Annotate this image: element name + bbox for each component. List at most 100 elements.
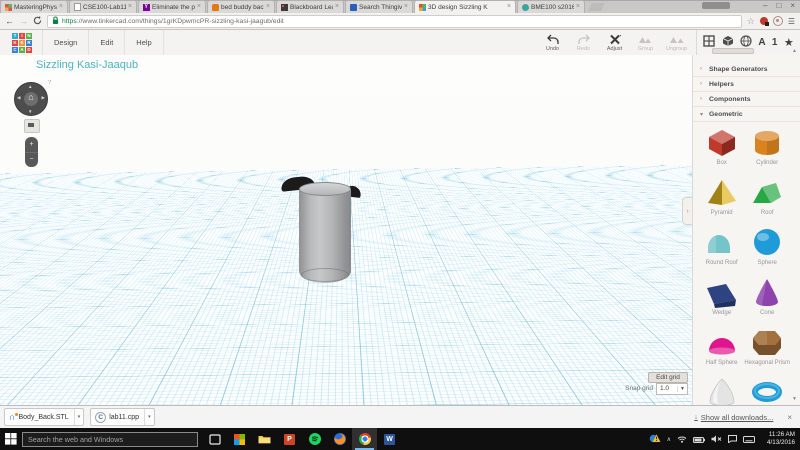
shape-library-tabs: A1★ ▲ [696, 30, 800, 55]
shape-pyramid[interactable]: Pyramid [699, 175, 744, 225]
sidebar-section-helpers[interactable]: ›Helpers [693, 77, 800, 92]
url-bar[interactable]: https://www.tinkercad.com/things/1grKDpw… [47, 15, 742, 28]
minimize-button[interactable]: – [763, 1, 767, 11]
blackboard-favicon-icon [281, 4, 288, 11]
orbit-down-icon[interactable]: ▼ [28, 109, 32, 114]
shape-half-sphere[interactable]: Half Sphere [699, 325, 744, 375]
browser-tab-3d-design-sizzling-k[interactable]: 3D design Sizzling K× [414, 0, 516, 13]
orbit-control[interactable]: ▲ ▼ ◀ ▶ ⌂ [14, 82, 48, 116]
battery-icon[interactable] [693, 430, 705, 448]
show-all-downloads-link[interactable]: ↓Show all downloads... [694, 413, 773, 422]
download-item-lab11-cpp[interactable]: Clab11.cpp▾ [90, 408, 154, 426]
forward-icon[interactable]: → [19, 17, 28, 26]
shape-cylinder[interactable]: Cylinder [744, 125, 790, 175]
taskbar-search-input[interactable] [22, 432, 198, 447]
menu-design[interactable]: Design [43, 30, 89, 55]
roof-shape-icon [747, 175, 787, 208]
model-cylinder-top[interactable] [299, 182, 351, 196]
thingiverse-favicon-icon [350, 4, 357, 11]
downloads-close-icon[interactable]: × [787, 413, 792, 422]
browser-tab-bed-buddy-back-wra[interactable]: bed buddy back wra× [207, 0, 275, 13]
shape-hexagonal-prism[interactable]: Hexagonal Prism [744, 325, 790, 375]
taskbar-app-task-view[interactable] [202, 428, 227, 450]
start-button[interactable] [0, 433, 22, 445]
shape-sphere[interactable]: Sphere [744, 225, 790, 275]
taskbar-app-word[interactable]: W [377, 428, 402, 450]
sidebar-section-shape-generators[interactable]: ›Shape Generators [693, 62, 800, 77]
taskbar-app-chrome[interactable] [352, 428, 377, 450]
undo-button[interactable]: Undo [539, 34, 566, 52]
chevron-down-icon[interactable]: ▾ [74, 409, 84, 425]
tab-close-icon[interactable]: × [404, 4, 408, 10]
zoom-out-button[interactable]: − [25, 153, 38, 168]
close-button[interactable]: × [790, 1, 795, 11]
maximize-button[interactable]: □ [776, 1, 781, 11]
wifi-icon[interactable] [677, 430, 687, 448]
menu-help[interactable]: Help [125, 30, 163, 55]
tab-close-icon[interactable]: × [59, 4, 63, 10]
warning-badge-icon[interactable] [649, 430, 661, 448]
help-icon[interactable]: ? [48, 80, 51, 86]
library-scrollbar-thumb[interactable] [712, 48, 754, 54]
browser-tab-cse100-lab11-1-pdf[interactable]: CSE100-Lab11(1).pdf× [69, 0, 137, 13]
browser-tab-search-thingiverse[interactable]: Search Thingiverse× [345, 0, 413, 13]
shape-label: Box [716, 160, 726, 166]
taskbar-app-firefox[interactable] [327, 428, 352, 450]
tab-close-icon[interactable]: × [128, 4, 132, 10]
taskbar-app-spotify[interactable] [302, 428, 327, 450]
library-tab-glyph-1[interactable]: 1 [772, 37, 778, 48]
redo-arrow [578, 34, 590, 45]
shape-box[interactable]: Box [699, 125, 744, 175]
menu-edit[interactable]: Edit [89, 30, 125, 55]
adjust-button[interactable]: Adjust [601, 34, 628, 52]
tab-close-icon[interactable]: × [335, 4, 339, 10]
profile-chip[interactable] [702, 2, 730, 9]
sidebar-section-geometric[interactable]: ▾Geometric [693, 107, 800, 122]
window-controls: – □ × [763, 0, 798, 12]
taskbar-app-windows-store[interactable] [227, 428, 252, 450]
zoom-in-button[interactable]: + [25, 137, 38, 153]
chevron-down-icon[interactable]: ▾ [144, 409, 154, 425]
bookmark-star-icon[interactable]: ☆ [747, 17, 755, 26]
design-canvas[interactable]: Sizzling Kasi-Jaaqub ▲ ▼ ◀ ▶ ⌂ ? + − Edi… [0, 55, 692, 405]
tab-close-icon[interactable]: × [197, 4, 201, 10]
browser-tab-blackboard-learn[interactable]: Blackboard Learn× [276, 0, 344, 13]
back-icon[interactable]: ← [5, 17, 14, 26]
volume-muted-icon[interactable] [711, 430, 722, 448]
shape-roof[interactable]: Roof [744, 175, 790, 225]
shape-paraboloid[interactable]: Paraboloid [699, 375, 744, 405]
tab-close-icon[interactable]: × [576, 4, 580, 10]
tab-close-icon[interactable]: × [507, 4, 511, 10]
touch-keyboard-icon[interactable] [743, 430, 755, 448]
library-tab-glyph-A[interactable]: A [758, 37, 765, 48]
shape-cone[interactable]: Cone [744, 275, 790, 325]
refresh-icon[interactable] [33, 12, 42, 30]
snap-grid-select[interactable]: 1.0 ▼ [656, 383, 688, 395]
browser-tab-eliminate-the-param[interactable]: Eliminate the param× [138, 0, 206, 13]
library-scroll-up-icon[interactable]: ▲ [792, 48, 797, 54]
browser-tab-bme100-s2016-grou[interactable]: BME100 s2016:Grou× [517, 0, 585, 13]
new-tab-button[interactable] [588, 3, 605, 11]
extension-person-icon[interactable] [773, 16, 783, 26]
toolbar-button-label: Group [638, 46, 653, 52]
browser-menu-icon[interactable]: ☰ [788, 17, 795, 26]
taskbar-app-file-explorer[interactable] [252, 428, 277, 450]
action-center-icon[interactable] [728, 430, 737, 448]
orbit-up-icon[interactable]: ▲ [28, 84, 32, 89]
shape-torus[interactable]: Torus [744, 375, 790, 405]
hidden-icons-chevron[interactable]: ∧ [667, 436, 671, 443]
shape-round-roof[interactable]: Round Roof [699, 225, 744, 275]
sidebar-scroll-down-icon[interactable]: ▼ [792, 396, 797, 402]
workplane-button[interactable] [24, 119, 40, 133]
shape-label: Roof [761, 210, 774, 216]
home-view-icon[interactable]: ⌂ [15, 92, 47, 102]
sidebar-collapse-handle[interactable]: › [682, 197, 692, 225]
extension-red-icon[interactable] [760, 17, 768, 25]
sidebar-section-components[interactable]: ›Components [693, 92, 800, 107]
tab-close-icon[interactable]: × [266, 4, 270, 10]
taskbar-app-powerpoint[interactable]: P [277, 428, 302, 450]
taskbar-clock[interactable]: 11:26 AM 4/13/2016 [759, 431, 795, 447]
download-item-body-back-stl[interactable]: ∩Body_Back.STL▾ [4, 408, 84, 426]
tinkercad-logo[interactable]: TINKERCAD [12, 33, 32, 53]
shape-wedge[interactable]: Wedge [699, 275, 744, 325]
